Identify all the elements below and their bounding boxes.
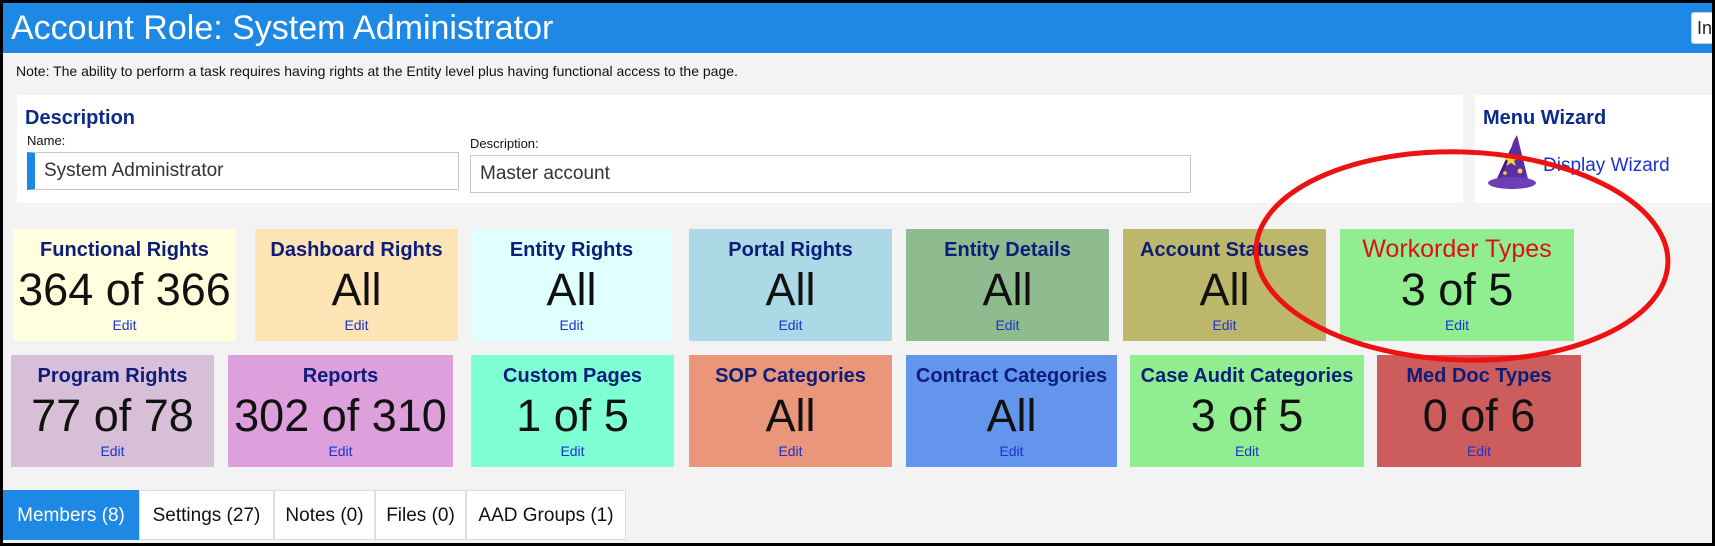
tile-title: Contract Categories [915,365,1108,387]
tab-settings[interactable]: Settings (27) [139,490,274,540]
tab-members[interactable]: Members (8) [3,490,139,540]
tile-edit-link[interactable]: Edit [255,317,458,333]
tile-title: Workorder Types [1362,235,1552,263]
tile-edit-link[interactable]: Edit [906,317,1109,333]
tile-entity-rights[interactable]: Entity Rights All Edit [471,229,672,341]
tile-value: All [986,390,1037,441]
tile-edit-link[interactable]: Edit [906,443,1117,459]
tile-title: Account Statuses [1140,239,1309,261]
tile-entity-details[interactable]: Entity Details All Edit [906,229,1109,341]
app-window: Account Role: System Administrator In No… [3,3,1712,543]
access-note: Note: The ability to perform a task requ… [16,63,738,79]
description-label: Description: [470,136,539,151]
tile-title: Entity Details [944,239,1071,261]
tile-case-audit-categories[interactable]: Case Audit Categories 3 of 5 Edit [1130,355,1364,467]
display-wizard-link[interactable]: Display Wizard [1543,155,1670,177]
tile-edit-link[interactable]: Edit [13,317,236,333]
description-panel: Description Name: Description: [17,95,1463,203]
tile-contract-categories[interactable]: Contract Categories All Edit [906,355,1117,467]
tile-edit-link[interactable]: Edit [1123,317,1326,333]
tile-functional-rights[interactable]: Functional Rights 364 of 366 Edit [13,229,236,341]
description-input[interactable] [470,155,1191,193]
tile-edit-link[interactable]: Edit [471,317,672,333]
tile-edit-link[interactable]: Edit [1377,443,1581,459]
tile-title: Dashboard Rights [270,239,443,261]
tab-notes[interactable]: Notes (0) [274,490,375,540]
tile-value: All [765,264,816,315]
name-input[interactable] [27,152,459,190]
page-title: Account Role: System Administrator [11,9,554,47]
tile-edit-link[interactable]: Edit [689,317,892,333]
tile-edit-link[interactable]: Edit [11,443,214,459]
header-action-button[interactable]: In [1691,12,1712,44]
menu-wizard-panel: Menu Wizard Display Wizard [1475,95,1712,203]
tile-title: Custom Pages [503,365,642,387]
tile-title: Med Doc Types [1406,365,1552,387]
tile-program-rights[interactable]: Program Rights 77 of 78 Edit [11,355,214,467]
tile-value: All [546,264,597,315]
tile-custom-pages[interactable]: Custom Pages 1 of 5 Edit [471,355,674,467]
tile-value: All [1199,264,1250,315]
tile-title: SOP Categories [715,365,866,387]
tile-value: 1 of 5 [516,390,629,441]
tile-title: Reports [302,365,379,387]
tile-dashboard-rights[interactable]: Dashboard Rights All Edit [255,229,458,341]
menu-wizard-title: Menu Wizard [1483,107,1607,129]
tile-account-statuses[interactable]: Account Statuses All Edit [1123,229,1326,341]
tile-value: 77 of 78 [31,390,194,441]
tile-sop-categories[interactable]: SOP Categories All Edit [689,355,892,467]
tile-workorder-types[interactable]: Workorder Types 3 of 5 Edit [1340,229,1574,341]
tile-med-doc-types[interactable]: Med Doc Types 0 of 6 Edit [1377,355,1581,467]
tile-reports[interactable]: Reports 302 of 310 Edit [228,355,453,467]
tile-value: 3 of 5 [1400,264,1514,315]
tile-value: All [765,390,816,441]
title-bar: Account Role: System Administrator In [3,3,1712,53]
description-panel-title: Description [25,107,136,129]
tile-edit-link[interactable]: Edit [689,443,892,459]
tile-title: Functional Rights [40,239,209,261]
tile-title: Portal Rights [728,239,853,261]
tab-aad-groups[interactable]: AAD Groups (1) [466,490,626,540]
tile-portal-rights[interactable]: Portal Rights All Edit [689,229,892,341]
tile-value: All [331,264,382,315]
tile-edit-link[interactable]: Edit [471,443,674,459]
tile-value: 302 of 310 [234,390,447,441]
tile-edit-link[interactable]: Edit [1130,443,1364,459]
wizard-hat-icon[interactable] [1487,133,1537,191]
tile-title: Program Rights [37,365,188,387]
tile-value: 3 of 5 [1190,390,1304,441]
tab-files[interactable]: Files (0) [375,490,466,540]
tile-title: Case Audit Categories [1140,365,1354,387]
tile-title: Entity Rights [509,239,634,261]
name-label: Name: [27,133,66,148]
tile-edit-link[interactable]: Edit [1340,317,1574,333]
tile-value: 364 of 366 [18,264,231,315]
tile-value: All [982,264,1033,315]
tile-edit-link[interactable]: Edit [228,443,453,459]
tile-value: 0 of 6 [1422,390,1536,441]
